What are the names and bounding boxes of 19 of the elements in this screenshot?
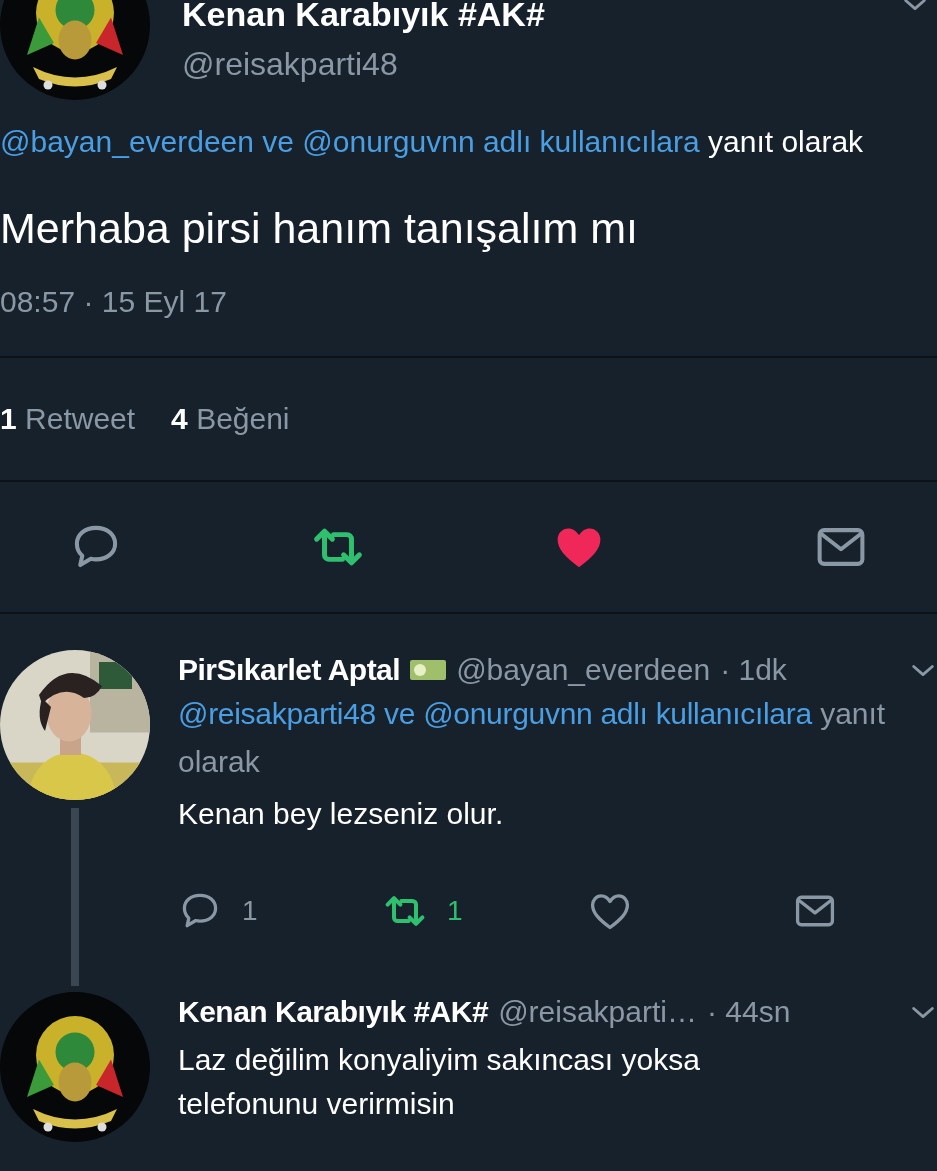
author-name[interactable]: Kenan Karabıyık #AK# xyxy=(182,0,901,34)
timestamp: 08:57 · 15 Eyl 17 xyxy=(0,284,228,320)
author-name[interactable]: PirSıkarlet Aptal xyxy=(178,650,401,690)
reply-count: 1 xyxy=(242,895,258,927)
tweet-time: · 44sn xyxy=(707,994,791,1030)
tweet-text: Merhaba pirsi hanım tanışalım mı xyxy=(0,203,640,254)
tweet-text: Laz değilim konyaliyim sakıncası yoksa telefonunu verirmisin xyxy=(178,1042,701,1122)
tweet-text: Kenan bey lezseniz olur. xyxy=(178,796,505,832)
money-icon xyxy=(410,660,447,680)
author-handle[interactable]: @reisakparti… xyxy=(498,992,697,1032)
retweet-count: 1 xyxy=(447,895,463,927)
tweet-time: · 1dk xyxy=(720,652,787,688)
author-handle[interactable]: @reisakparti48 xyxy=(182,44,901,84)
stat-count[interactable]: 4 Beğeni xyxy=(171,402,290,436)
author-handle[interactable]: @bayan_everdeen xyxy=(456,650,711,690)
author-name[interactable]: Kenan Karabıyık #AK# xyxy=(178,992,489,1032)
reply-context: @reisakparti48 ve @onurguvnn adlı kullanıcılara yanıt olarak xyxy=(178,696,887,780)
stat-count[interactable]: 1 Retweet xyxy=(0,402,136,436)
reply-context: @bayan_everdeen ve @onurguvnn adlı kullanıcılara yanıt olarak xyxy=(0,124,865,160)
